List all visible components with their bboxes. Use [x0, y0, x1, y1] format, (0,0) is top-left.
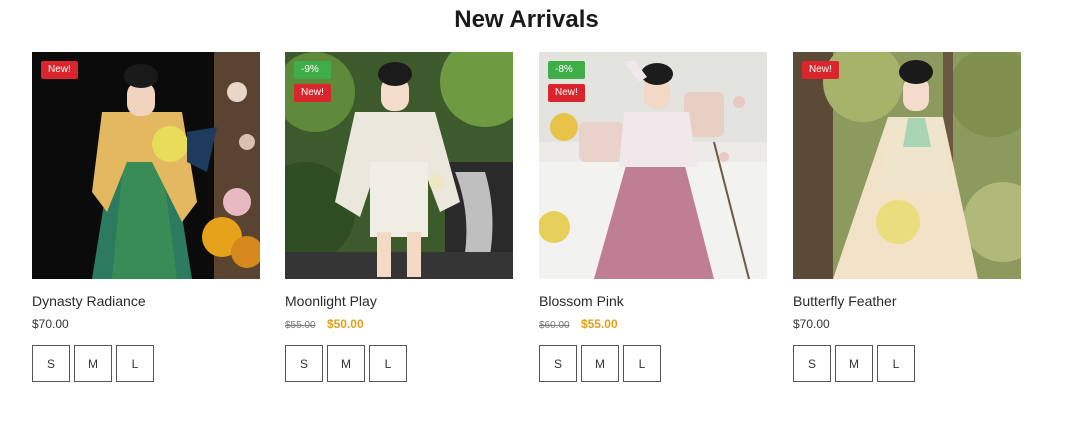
- size-button-m[interactable]: M: [327, 345, 365, 382]
- size-button-s[interactable]: S: [32, 345, 70, 382]
- badge-group: New!: [802, 61, 839, 79]
- size-button-l[interactable]: L: [623, 345, 661, 382]
- size-button-s[interactable]: S: [793, 345, 831, 382]
- discount-badge: -8%: [548, 61, 585, 79]
- price-row: $60.00 $55.00: [539, 316, 767, 332]
- badge-group: -9% New!: [294, 61, 331, 102]
- product-grid: New! Dynasty Radiance $70.00 S M L -9% N…: [32, 52, 1032, 392]
- product-price: $70.00: [793, 317, 830, 331]
- product-name[interactable]: Dynasty Radiance: [32, 292, 260, 310]
- product-name[interactable]: Butterfly Feather: [793, 292, 1021, 310]
- product-image[interactable]: New!: [32, 52, 260, 279]
- badge-group: -8% New!: [548, 61, 585, 102]
- size-button-m[interactable]: M: [835, 345, 873, 382]
- size-button-s[interactable]: S: [539, 345, 577, 382]
- size-button-s[interactable]: S: [285, 345, 323, 382]
- badge-group: New!: [41, 61, 78, 79]
- product-card: New! Butterfly Feather $70.00 S M L: [793, 52, 1021, 382]
- size-button-l[interactable]: L: [369, 345, 407, 382]
- product-image[interactable]: -9% New!: [285, 52, 513, 279]
- product-image[interactable]: New!: [793, 52, 1021, 279]
- size-button-l[interactable]: L: [877, 345, 915, 382]
- product-card: New! Dynasty Radiance $70.00 S M L: [32, 52, 260, 382]
- product-photo-butterfly-feather: [793, 52, 1021, 279]
- price-row: $55.00 $50.00: [285, 316, 513, 332]
- original-price: $55.00: [285, 320, 316, 331]
- sale-price: $55.00: [580, 317, 618, 331]
- original-price: $60.00: [539, 320, 570, 331]
- product-price: $70.00: [32, 317, 69, 331]
- new-badge: New!: [802, 61, 839, 79]
- price-row: $70.00: [32, 316, 260, 332]
- size-options: S M L: [32, 345, 260, 382]
- size-button-m[interactable]: M: [74, 345, 112, 382]
- price-row: $70.00: [793, 316, 1021, 332]
- product-photo-dynasty-radiance: [32, 52, 260, 279]
- size-options: S M L: [539, 345, 767, 382]
- new-badge: New!: [548, 84, 585, 102]
- product-name[interactable]: Moonlight Play: [285, 292, 513, 310]
- section-title: New Arrivals: [454, 6, 599, 33]
- discount-badge: -9%: [294, 61, 331, 79]
- size-options: S M L: [285, 345, 513, 382]
- product-card: -8% New! Blossom Pink $60.00 $55.00 S M …: [539, 52, 767, 382]
- product-image[interactable]: -8% New!: [539, 52, 767, 279]
- new-badge: New!: [294, 84, 331, 102]
- product-card: -9% New! Moonlight Play $55.00 $50.00 S …: [285, 52, 513, 382]
- size-options: S M L: [793, 345, 1021, 382]
- sale-price: $50.00: [326, 317, 364, 331]
- new-badge: New!: [41, 61, 78, 79]
- size-button-l[interactable]: L: [116, 345, 154, 382]
- size-button-m[interactable]: M: [581, 345, 619, 382]
- product-name[interactable]: Blossom Pink: [539, 292, 767, 310]
